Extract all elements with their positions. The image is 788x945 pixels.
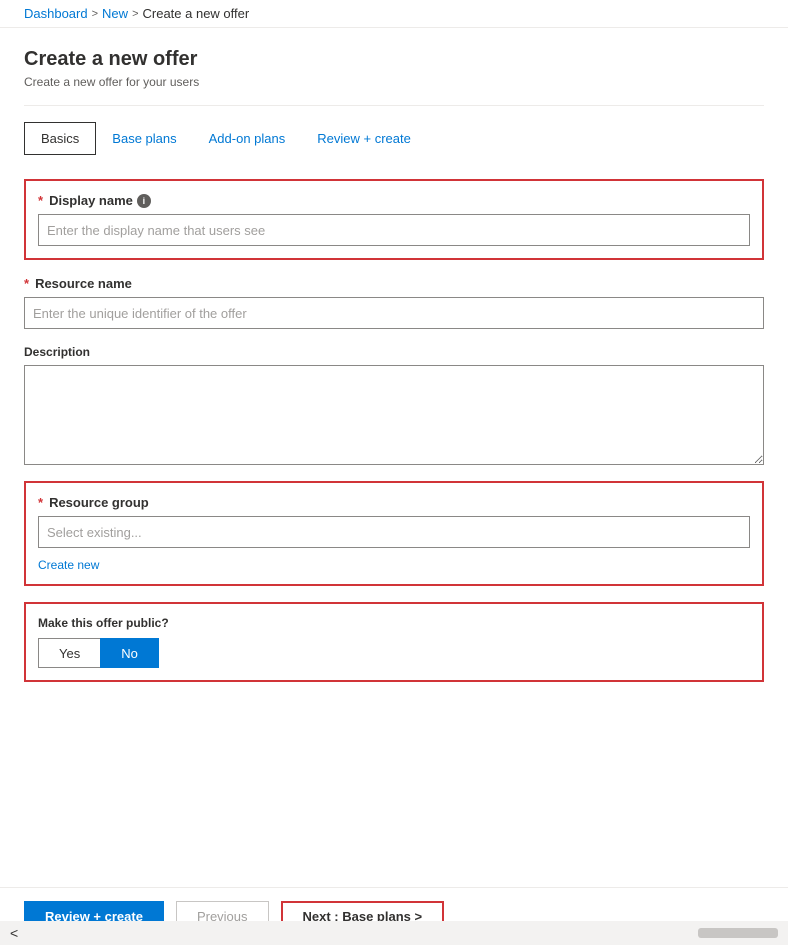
tabs-container: Basics Base plans Add-on plans Review + … [24, 122, 764, 155]
chevron-left-icon[interactable]: < [0, 925, 28, 941]
display-name-input[interactable] [38, 214, 750, 246]
resource-name-label: * Resource name [24, 276, 764, 291]
display-name-label: * Display name i [38, 193, 750, 208]
page-subtitle: Create a new offer for your users [24, 75, 764, 89]
resource-group-group: * Resource group Select existing... Crea… [24, 481, 764, 586]
breadcrumb-sep1: > [92, 8, 98, 20]
resource-group-label: * Resource group [38, 495, 750, 510]
form: * Display name i * Resource name Descrip… [24, 179, 764, 682]
breadcrumb-sep2: > [132, 8, 138, 20]
resource-group-text: Resource group [49, 495, 149, 510]
resource-name-input[interactable] [24, 297, 764, 329]
description-field: Description [24, 345, 764, 465]
main-content: Create a new offer Create a new offer fo… [0, 28, 788, 848]
tab-basics[interactable]: Basics [24, 122, 96, 155]
public-offer-label: Make this offer public? [38, 616, 750, 630]
display-name-info-icon[interactable]: i [137, 194, 151, 208]
tab-review-create[interactable]: Review + create [301, 122, 427, 155]
title-divider [24, 105, 764, 106]
resource-group-select[interactable]: Select existing... [38, 516, 750, 548]
scrollbar-thumb[interactable] [698, 928, 778, 938]
breadcrumb-current: Create a new offer [143, 6, 250, 21]
resource-group-required: * [38, 495, 43, 510]
resource-group-field: * Resource group Select existing... Crea… [38, 495, 750, 572]
description-input[interactable] [24, 365, 764, 465]
public-offer-yes[interactable]: Yes [38, 638, 100, 668]
page-title: Create a new offer [24, 48, 764, 71]
display-name-required: * [38, 193, 43, 208]
display-name-group: * Display name i [24, 179, 764, 260]
create-new-link[interactable]: Create new [38, 558, 750, 572]
display-name-field: * Display name i [38, 193, 750, 246]
breadcrumb-new[interactable]: New [102, 6, 128, 21]
public-offer-no[interactable]: No [100, 638, 159, 668]
display-name-text: Display name [49, 193, 133, 208]
resource-name-field: * Resource name [24, 276, 764, 329]
breadcrumb: Dashboard > New > Create a new offer [0, 0, 788, 28]
resource-name-text: Resource name [35, 276, 132, 291]
resource-name-required: * [24, 276, 29, 291]
description-label: Description [24, 345, 764, 359]
toggle-buttons: Yes No [38, 638, 750, 668]
breadcrumb-dashboard[interactable]: Dashboard [24, 6, 88, 21]
tab-base-plans[interactable]: Base plans [96, 122, 192, 155]
public-offer-group: Make this offer public? Yes No [24, 602, 764, 682]
tab-addon-plans[interactable]: Add-on plans [193, 122, 302, 155]
